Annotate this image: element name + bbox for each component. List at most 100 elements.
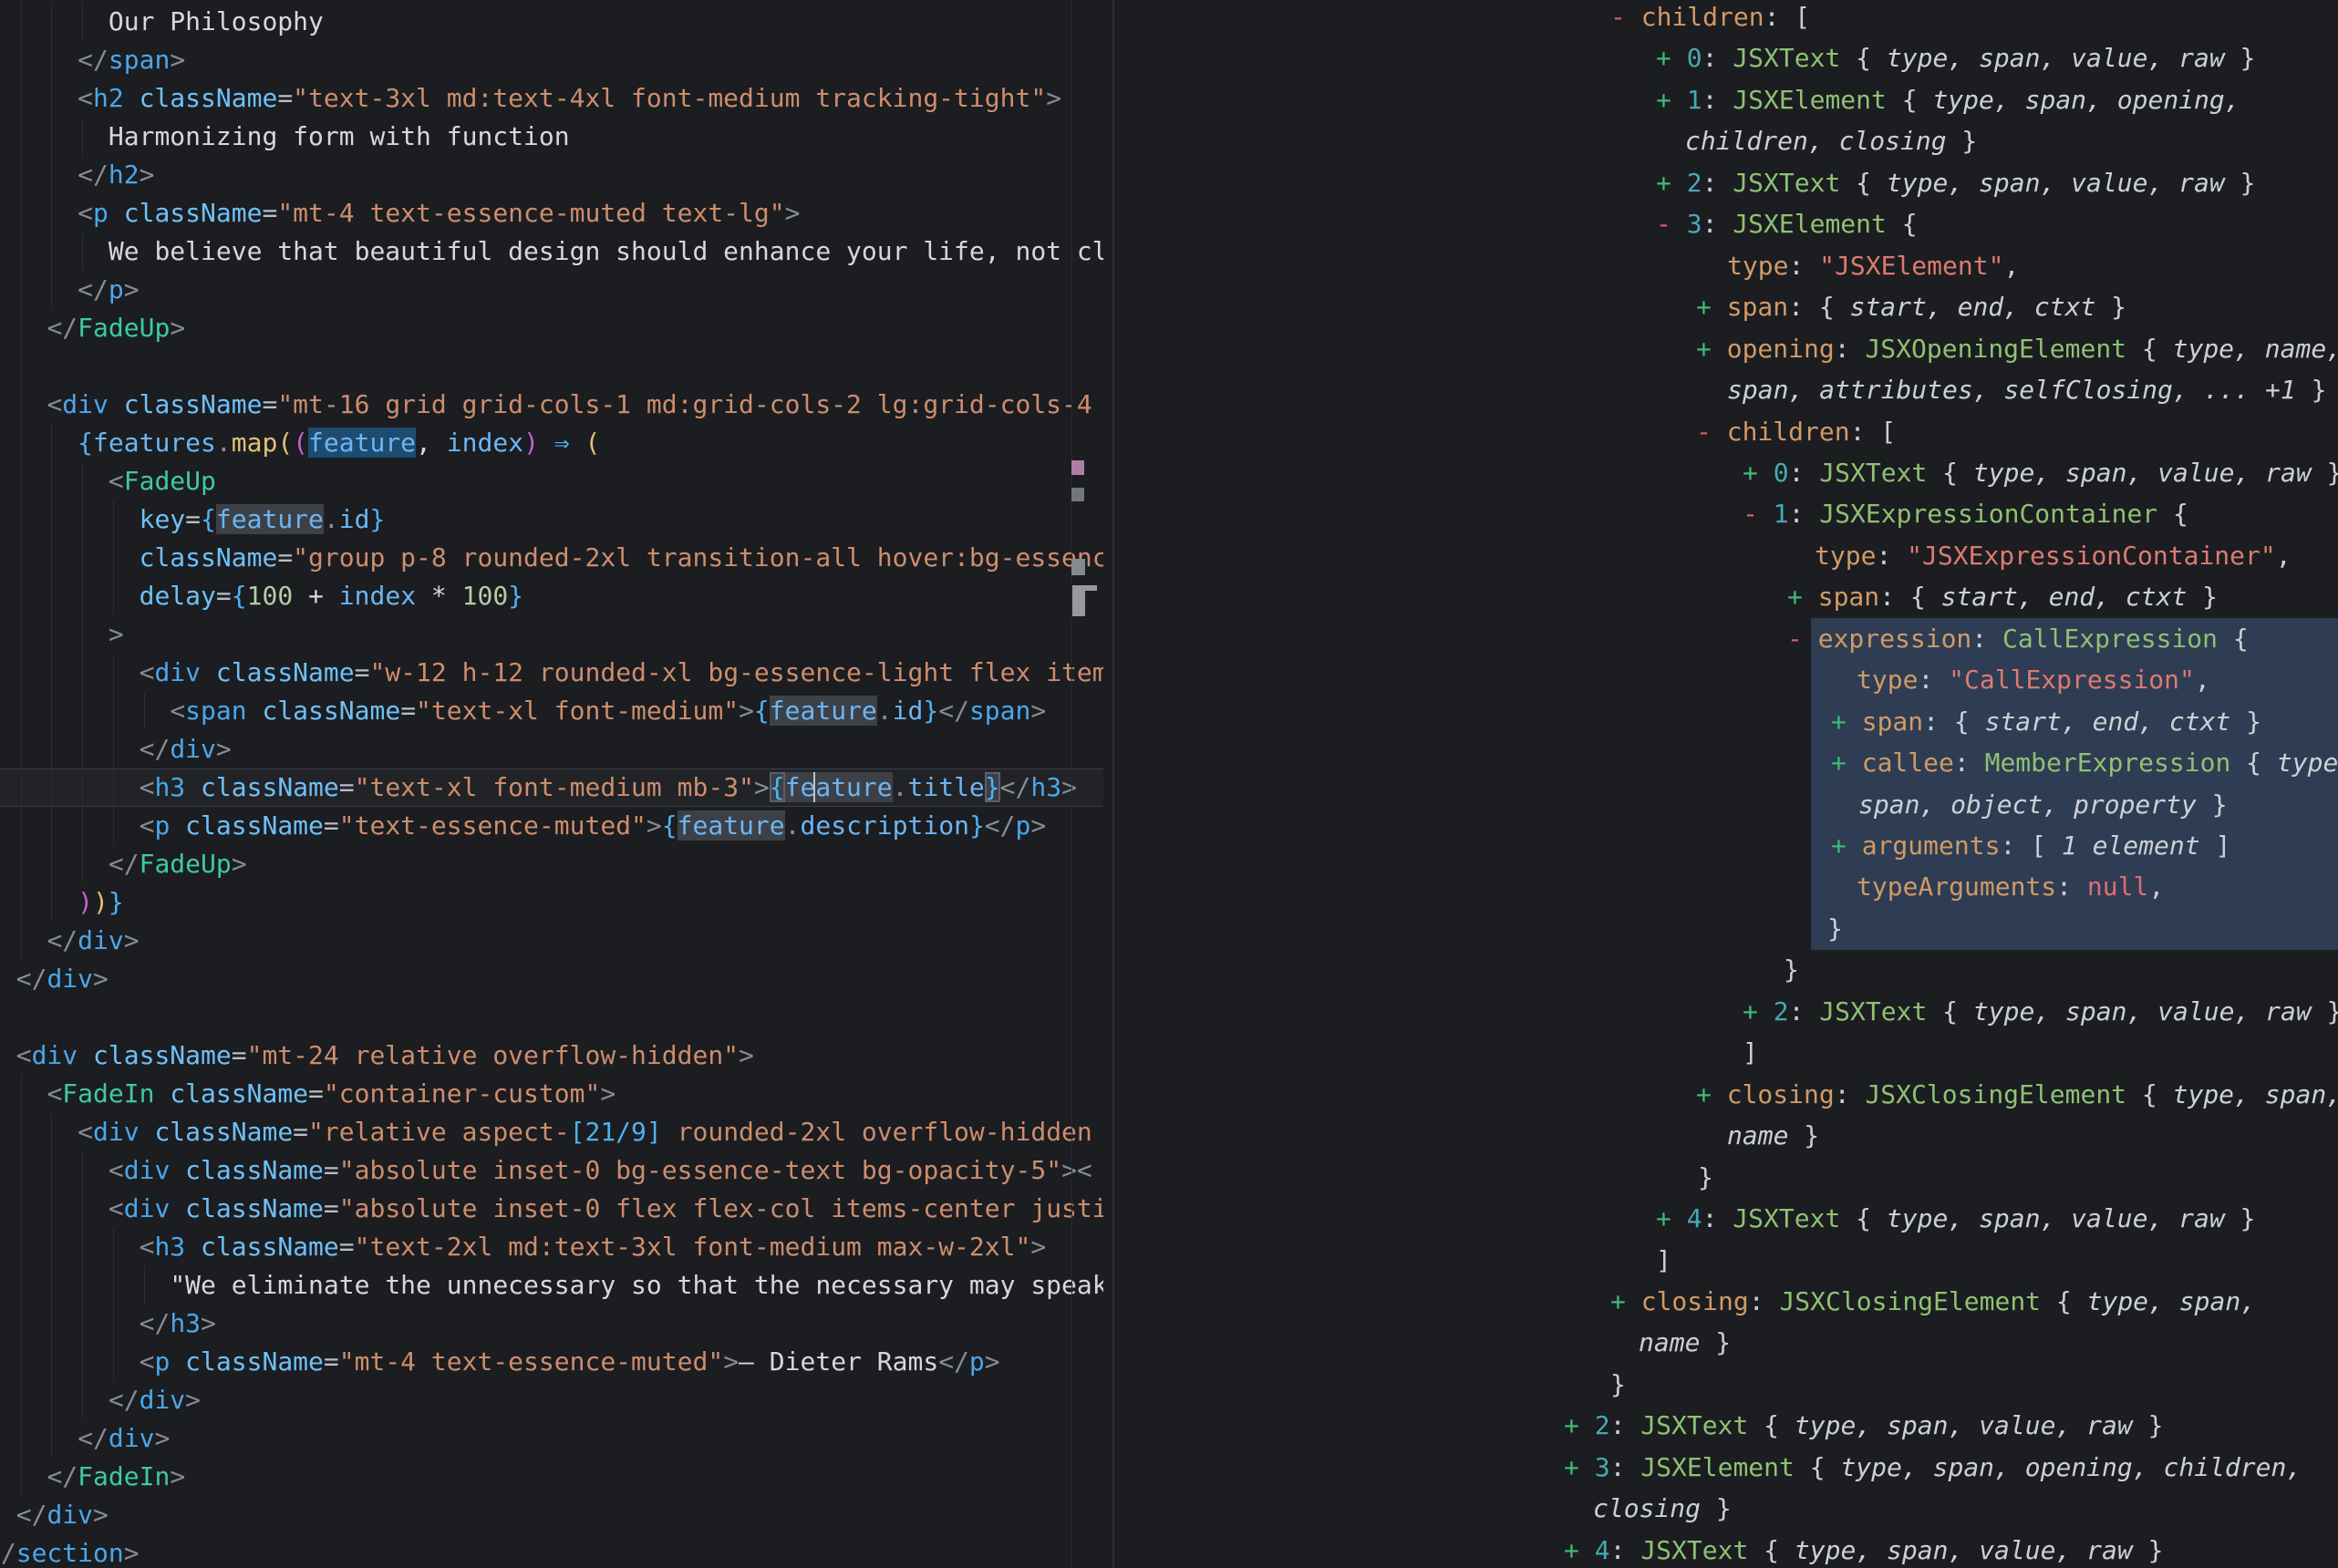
expand-toggle-icon[interactable]: + (1831, 707, 1862, 737)
expand-toggle-icon[interactable]: + (1564, 1452, 1595, 1482)
ast-row[interactable]: type: "CallExpression", (1857, 659, 2210, 701)
code-line[interactable]: key={feature.id} (140, 500, 386, 539)
expand-toggle-icon[interactable]: + (1696, 334, 1727, 364)
ast-row[interactable]: } (1827, 908, 1843, 950)
code-line[interactable]: <div className="absolute inset-0 bg-esse… (109, 1151, 1092, 1190)
jsx-source-editor-pane[interactable]: Our Philosophy</span><h2 className="text… (0, 0, 1103, 1568)
ast-row[interactable]: + callee: MemberExpression { type, (1831, 742, 2338, 784)
code-line[interactable]: className="group p-8 rounded-2xl transit… (140, 539, 1103, 577)
expand-toggle-icon[interactable]: + (1696, 292, 1727, 322)
ast-row[interactable]: + 4: JSXText { type, span, value, raw } (1656, 1198, 2255, 1240)
ast-row[interactable]: + 0: JSXText { type, span, value, raw } (1743, 452, 2338, 494)
ast-row[interactable]: } (1784, 949, 1799, 991)
ast-row[interactable]: + 3: JSXElement { type, span, opening, c… (1564, 1447, 2302, 1489)
code-line[interactable]: <h3 className="text-xl font-medium mb-3"… (140, 769, 1077, 807)
code-line[interactable]: <span className="text-xl font-medium">{f… (170, 692, 1046, 730)
collapse-toggle-icon[interactable]: - (1696, 417, 1727, 447)
ast-row[interactable]: + closing: JSXClosingElement { type, spa… (1696, 1074, 2338, 1116)
expand-toggle-icon[interactable]: + (1787, 582, 1818, 612)
ast-row[interactable]: + opening: JSXOpeningElement { type, nam… (1696, 328, 2338, 370)
ast-row[interactable]: } (1610, 1364, 1626, 1406)
expand-toggle-icon[interactable]: + (1743, 458, 1774, 488)
ast-row[interactable]: + arguments: [ 1 element ] (1831, 825, 2230, 867)
ast-row[interactable]: - children: [ (1610, 0, 1810, 38)
ast-row[interactable]: closing } (1593, 1488, 1732, 1530)
code-line[interactable]: </div> (16, 960, 109, 998)
code-line[interactable]: </div> (140, 730, 232, 769)
expand-toggle-icon[interactable]: + (1564, 1535, 1595, 1565)
expand-toggle-icon[interactable]: + (1656, 1203, 1687, 1233)
ast-row[interactable]: + span: { start, end, ctxt } (1831, 701, 2261, 743)
code-line[interactable]: We believe that beautiful design should … (109, 232, 1103, 271)
ast-row[interactable]: + 2: JSXText { type, span, value, raw } (1656, 162, 2255, 204)
ast-row[interactable]: + 0: JSXText { type, span, value, raw } (1656, 37, 2255, 79)
ast-row[interactable]: ] (1656, 1240, 1671, 1282)
code-line[interactable]: <FadeIn className="container-custom"> (47, 1075, 616, 1113)
ast-row[interactable]: span, object, property } (1858, 784, 2228, 826)
code-line[interactable]: </FadeIn> (47, 1458, 185, 1496)
ast-tree-pane[interactable]: - children: [+ 0: JSXText { type, span, … (1103, 0, 2338, 1568)
code-line[interactable]: <p className="mt-4 text-essence-muted">—… (140, 1343, 1000, 1381)
ast-row[interactable]: children, closing } (1685, 120, 1977, 162)
ast-row[interactable]: type: "JSXElement", (1727, 245, 2019, 287)
ast-row[interactable]: + 2: JSXText { type, span, value, raw } (1743, 991, 2338, 1033)
code-line[interactable]: <div className="w-12 h-12 rounded-xl bg-… (140, 654, 1103, 692)
ast-row[interactable]: typeArguments: null, (1857, 866, 2164, 908)
ast-row[interactable]: span, attributes, selfClosing, ... +1 } (1727, 369, 2326, 411)
ast-row[interactable]: name } (1639, 1322, 1731, 1364)
ast-row[interactable]: - 1: JSXExpressionContainer { (1743, 493, 2188, 535)
code-line[interactable]: </div> (78, 1419, 170, 1458)
code-line[interactable]: Our Philosophy (109, 3, 324, 41)
code-line[interactable]: </p> (78, 271, 139, 309)
expand-toggle-icon[interactable]: + (1656, 85, 1687, 115)
code-line[interactable]: <p className="mt-4 text-essence-muted te… (78, 194, 800, 232)
code-line[interactable]: <FadeUp (109, 462, 216, 500)
code-line[interactable]: </div> (16, 1496, 109, 1534)
expand-toggle-icon[interactable]: + (1696, 1079, 1727, 1109)
code-line[interactable]: </section> (0, 1534, 140, 1568)
ast-row[interactable]: } (1698, 1157, 1713, 1199)
code-line[interactable]: </FadeUp> (109, 845, 247, 883)
code-line[interactable]: <div className="mt-16 grid grid-cols-1 m… (47, 386, 1103, 424)
ast-row[interactable]: + span: { start, end, ctxt } (1696, 286, 2126, 328)
code-line[interactable]: <div className="mt-24 relative overflow-… (16, 1037, 754, 1075)
expand-toggle-icon[interactable]: + (1743, 996, 1774, 1026)
ast-row[interactable]: - expression: CallExpression { (1787, 618, 2249, 660)
code-line[interactable]: </div> (47, 922, 139, 960)
ast-row[interactable]: ] (1743, 1032, 1758, 1074)
ast-row[interactable]: + 2: JSXText { type, span, value, raw } (1564, 1405, 2163, 1447)
code-line[interactable]: <div className="absolute inset-0 flex fl… (109, 1190, 1103, 1228)
code-line[interactable]: </span> (78, 41, 185, 79)
collapse-toggle-icon[interactable]: - (1656, 209, 1687, 239)
code-line[interactable]: > (109, 615, 124, 654)
expand-toggle-icon[interactable]: + (1656, 43, 1687, 73)
code-line[interactable]: "We eliminate the unnecessary so that th… (170, 1266, 1103, 1305)
code-line[interactable]: </h3> (140, 1305, 216, 1343)
code-line[interactable]: {features.map((feature, index) ⇒ ( (78, 424, 600, 462)
ast-row[interactable]: + span: { start, end, ctxt } (1787, 576, 2218, 618)
code-line[interactable]: Harmonizing form with function (109, 118, 570, 156)
expand-toggle-icon[interactable]: + (1610, 1286, 1641, 1316)
expand-toggle-icon[interactable]: + (1656, 168, 1687, 198)
expand-toggle-icon[interactable]: + (1831, 748, 1862, 778)
ast-row[interactable]: + closing: JSXClosingElement { type, spa… (1610, 1281, 2256, 1323)
code-line[interactable]: <h3 className="text-2xl md:text-3xl font… (140, 1228, 1047, 1266)
code-line[interactable]: <h2 className="text-3xl md:text-4xl font… (78, 79, 1061, 118)
collapse-toggle-icon[interactable]: - (1787, 624, 1818, 654)
collapse-toggle-icon[interactable]: - (1743, 499, 1774, 529)
expand-toggle-icon[interactable]: + (1831, 830, 1862, 861)
code-line[interactable]: </div> (109, 1381, 201, 1419)
collapse-toggle-icon[interactable]: - (1610, 2, 1641, 32)
ast-row[interactable]: + 1: JSXElement { type, span, opening, (1656, 79, 2240, 121)
code-line[interactable]: delay={100 + index * 100} (140, 577, 523, 615)
ast-row[interactable]: - children: [ (1696, 411, 1896, 453)
code-line[interactable]: ))} (78, 883, 124, 922)
code-line[interactable]: </FadeUp> (47, 309, 185, 347)
expand-toggle-icon[interactable]: + (1564, 1410, 1595, 1440)
ast-row[interactable]: name } (1727, 1115, 1819, 1157)
ast-row[interactable]: - 3: JSXElement { (1656, 203, 1918, 245)
code-line[interactable]: <div className="relative aspect-[21/9] r… (78, 1113, 1103, 1151)
ast-row[interactable]: + 4: JSXText { type, span, value, raw } (1564, 1530, 2163, 1568)
ast-row[interactable]: type: "JSXExpressionContainer", (1815, 535, 2291, 577)
code-line[interactable]: <p className="text-essence-muted">{featu… (140, 807, 1047, 845)
